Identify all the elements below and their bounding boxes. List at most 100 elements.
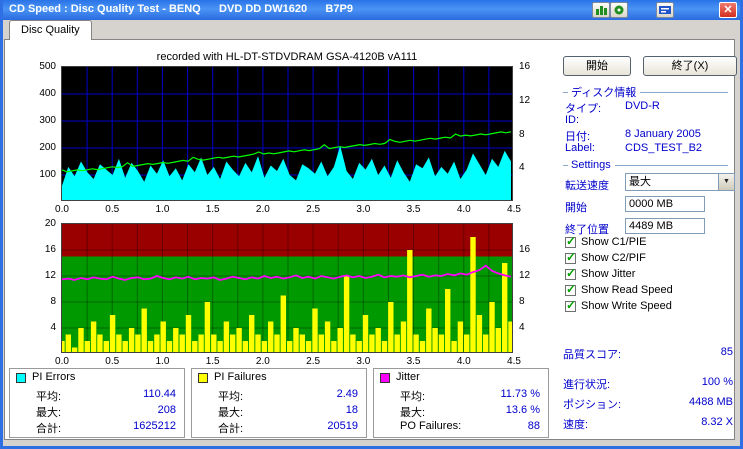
x-axis-tick: 4.0 — [456, 356, 471, 367]
stat-label: 合計: — [218, 423, 244, 435]
legend-title: Jitter — [396, 371, 420, 383]
end-position-field[interactable]: 4489 MB — [625, 218, 705, 234]
disc-id-label: ID: — [565, 114, 580, 126]
stat-value: 88 — [527, 420, 540, 432]
chevron-down-icon[interactable]: ▼ — [718, 174, 734, 190]
titlebar[interactable]: CD Speed : Disc Quality Test - BENQ DVD … — [3, 0, 740, 20]
position-label: ポジション: — [563, 399, 622, 411]
start-position-field[interactable]: 0000 MB — [625, 196, 705, 212]
stat-value: 11.73 % — [500, 388, 540, 400]
legend-box-jitter: Jitter 平均: 11.73 % 最大: 13.6 % PO Failures: 88 — [373, 368, 549, 438]
x-axis-tick: 4.0 — [456, 204, 471, 215]
x-axis-tick: 3.0 — [356, 356, 371, 367]
speed-value: 8.32 X — [701, 416, 733, 428]
transfer-speed-label: 転送速度 — [565, 180, 609, 192]
stat-label: PO Failures: — [400, 420, 462, 432]
stat-value: 18 — [345, 404, 358, 416]
stat-label: 最大: — [400, 407, 426, 419]
y-axis-tick-right: 16 — [519, 61, 531, 72]
checkbox-box[interactable]: ✓ — [565, 250, 576, 264]
x-axis-tick: 0.0 — [55, 356, 69, 367]
y-axis-tick-right: 8 — [519, 296, 525, 307]
checkbox-show-jitter[interactable]: ✓ Show Jitter — [565, 266, 636, 281]
titlebar-icon-button-3[interactable] — [656, 2, 674, 18]
x-axis-tick: 3.0 — [356, 204, 371, 215]
close-button[interactable]: ✕ — [719, 2, 737, 18]
stat-label: 平均: — [36, 391, 62, 403]
check-icon: ✓ — [566, 297, 577, 312]
y-axis-tick-left: 200 — [39, 142, 56, 153]
x-axis-tick: 4.5 — [507, 204, 521, 215]
legend-swatch-icon — [16, 373, 26, 383]
x-axis-tick: 0.5 — [105, 204, 120, 215]
checkbox-box[interactable]: ✓ — [565, 297, 577, 312]
quality-chart-top — [61, 66, 513, 201]
transfer-speed-value: 最大 — [629, 176, 651, 188]
checkbox-label: Show C2/PIF — [581, 252, 646, 264]
checkbox-show-read-speed[interactable]: ✓ Show Read Speed — [565, 282, 673, 297]
checkbox-show-write-speed[interactable]: ✓ Show Write Speed — [565, 297, 672, 313]
checkbox-box[interactable]: ✓ — [565, 266, 576, 280]
exit-button[interactable]: 終了(X) — [643, 56, 737, 76]
start-position-label: 開始 — [565, 202, 587, 214]
y-axis-tick-left: 500 — [39, 61, 56, 72]
checkbox-show-c1-pie[interactable]: ✓ Show C1/PIE — [565, 234, 647, 249]
x-axis-tick: 1.0 — [155, 204, 170, 215]
group-dash — [563, 164, 568, 166]
x-axis-tick: 2.5 — [306, 204, 321, 215]
app-window: CD Speed : Disc Quality Test - BENQ DVD … — [0, 0, 743, 449]
legend-stat-row: 最大: 208 — [36, 404, 176, 420]
stat-value: 13.6 % — [505, 404, 540, 416]
disc-info-group-title: ディスク情報 — [571, 87, 637, 99]
disc-quality-page: recorded with HL-DT-STDVDRAM GSA-4120B v… — [4, 39, 737, 440]
group-line — [614, 164, 728, 166]
checkbox-show-c2-pif[interactable]: ✓ Show C2/PIF — [565, 250, 646, 265]
y-axis-tick-right: 12 — [519, 94, 531, 106]
y-axis-tick-right: 16 — [519, 244, 531, 255]
quality-score-label: 品質スコア: — [563, 349, 622, 361]
disc-info-group-header: ディスク情報 — [563, 84, 728, 100]
legend-stat-row: 合計: 1625212 — [36, 420, 176, 436]
checkbox-box[interactable]: ✓ — [565, 234, 576, 248]
y-axis-tick-left: 300 — [39, 115, 56, 126]
legend-stat-row: 平均: 110.44 — [36, 388, 176, 404]
progress-label: 進行状況: — [563, 379, 611, 391]
y-axis-tick-left: 8 — [50, 296, 56, 307]
titlebar-icon-button-2[interactable] — [610, 2, 628, 18]
x-axis-tick: 2.0 — [255, 204, 270, 215]
start-button[interactable]: 開始 — [563, 56, 631, 76]
x-axis-tick: 4.5 — [507, 356, 521, 367]
legend-stat-row: 合計: 20519 — [218, 420, 358, 436]
x-axis-tick: 1.5 — [205, 204, 220, 215]
legend-box-pi-failures: PI Failures 平均: 2.49 最大: 18 合計: 20519 — [191, 368, 367, 438]
x-axis-tick: 0.0 — [55, 204, 69, 215]
quality-score-row: 品質スコア: 85 — [563, 346, 733, 362]
group-dash — [563, 91, 568, 93]
stat-label: 最大: — [36, 407, 62, 419]
y-axis-tick-right: 4 — [519, 162, 525, 174]
transfer-speed-select[interactable]: 最大 ▼ — [625, 173, 735, 191]
green-chart-icon — [596, 6, 607, 15]
settings-group-header: Settings — [563, 159, 728, 171]
titlebar-icon-button-1[interactable] — [592, 2, 610, 18]
legend-title: PI Errors — [32, 371, 76, 383]
legend-stat-row: PO Failures: 88 — [400, 420, 540, 432]
stat-label: 最大: — [218, 407, 244, 419]
green-disc-icon — [614, 5, 624, 15]
legend-stat-row: 平均: 2.49 — [218, 388, 358, 404]
legend-stat-row: 最大: 13.6 % — [400, 404, 540, 420]
y-axis-tick-left: 4 — [50, 322, 56, 333]
legend-stat-row: 平均: 11.73 % — [400, 388, 540, 404]
checkbox-label: Show C1/PIE — [581, 236, 647, 248]
legend-swatch-icon — [198, 373, 208, 383]
quality-score-value: 85 — [720, 346, 733, 358]
checkbox-label: Show Jitter — [581, 268, 636, 280]
checkbox-box[interactable]: ✓ — [565, 282, 576, 296]
group-line — [640, 91, 728, 93]
checkbox-label: Show Read Speed — [581, 284, 673, 296]
position-value: 4488 MB — [688, 396, 733, 408]
speed-row: 速度: 8.32 X — [563, 416, 733, 432]
tab-disc-quality[interactable]: Disc Quality — [9, 20, 92, 40]
y-axis-tick-left: 20 — [44, 218, 56, 229]
y-axis-tick-left: 100 — [39, 169, 56, 180]
